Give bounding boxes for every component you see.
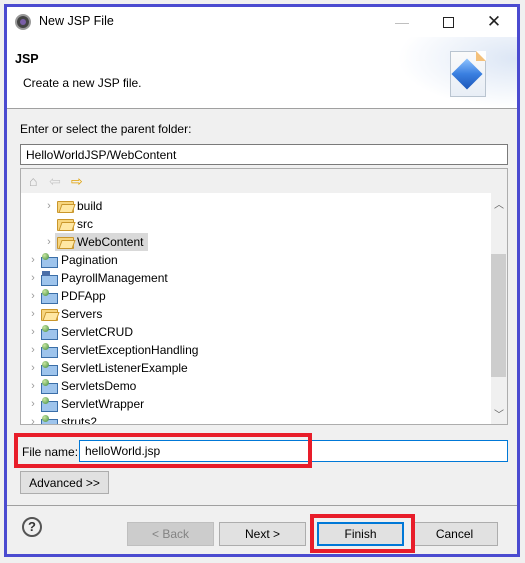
- web-project-icon: [41, 415, 58, 424]
- tree-item-label: src: [77, 217, 93, 231]
- close-button[interactable]: ✕: [471, 7, 517, 37]
- expand-chevron-icon[interactable]: ›: [27, 416, 39, 424]
- tree-item-label: ServletExceptionHandling: [61, 343, 199, 357]
- title-bar: New JSP File — ✕: [7, 7, 517, 37]
- web-project-icon: [41, 289, 58, 304]
- finish-button[interactable]: Finish: [317, 522, 404, 546]
- home-icon[interactable]: ⌂: [29, 173, 37, 189]
- scroll-up-icon[interactable]: ︿: [491, 197, 507, 214]
- expand-chevron-icon[interactable]: ›: [27, 362, 39, 374]
- parent-folder-input[interactable]: [20, 144, 508, 165]
- forward-arrow-icon[interactable]: ⇨: [71, 173, 83, 190]
- wizard-page-title: JSP: [15, 52, 39, 66]
- tree-item[interactable]: › PDFApp: [27, 287, 106, 305]
- expand-chevron-icon[interactable]: ›: [27, 308, 39, 320]
- tree-item[interactable]: › Pagination: [27, 251, 118, 269]
- scroll-down-icon[interactable]: ﹀: [491, 407, 507, 424]
- tree-item-label: ServletsDemo: [61, 379, 137, 393]
- maximize-icon: [442, 16, 454, 28]
- scrollbar-thumb[interactable]: [491, 254, 506, 377]
- back-arrow-icon[interactable]: ⇦: [49, 173, 61, 190]
- tree-item[interactable]: › ServletListenerExample: [27, 359, 188, 377]
- tree-item[interactable]: › struts2: [27, 413, 97, 424]
- wizard-banner: JSP Create a new JSP file.: [7, 37, 517, 109]
- minimize-icon: —: [395, 14, 409, 30]
- tree-item-label: Pagination: [61, 253, 118, 267]
- expand-chevron-icon[interactable]: ›: [27, 344, 39, 356]
- tree-item[interactable]: › Servers: [27, 305, 102, 323]
- web-project-icon: [41, 325, 58, 340]
- web-project-icon: [41, 343, 58, 358]
- expand-chevron-icon[interactable]: ›: [43, 200, 55, 212]
- tree-item-label: ServletCRUD: [61, 325, 134, 339]
- folder-icon: [57, 200, 74, 213]
- close-icon: ✕: [486, 12, 502, 31]
- parent-folder-label: Enter or select the parent folder:: [20, 122, 192, 136]
- expand-chevron-icon[interactable]: ›: [27, 290, 39, 302]
- tree-item-label: PayrollManagement: [61, 271, 168, 285]
- tree-item[interactable]: › ServletWrapper: [27, 395, 144, 413]
- tree-item[interactable]: › ServletExceptionHandling: [27, 341, 198, 359]
- eclipse-app-icon: [15, 14, 31, 30]
- file-name-input[interactable]: [79, 440, 508, 462]
- web-project-icon: [41, 253, 58, 268]
- tree-item-label: PDFApp: [61, 289, 106, 303]
- expand-chevron-icon[interactable]: ›: [27, 272, 39, 284]
- button-bar-separator: [7, 505, 517, 506]
- tree-item-label: ServletWrapper: [61, 397, 145, 411]
- tree-item-label: build: [77, 199, 103, 213]
- tree-item[interactable]: › ServletsDemo: [27, 377, 136, 395]
- folder-icon: [57, 236, 74, 249]
- window-title: New JSP File: [39, 14, 114, 28]
- tree-item[interactable]: › build: [43, 197, 102, 215]
- cancel-button[interactable]: Cancel: [411, 522, 498, 546]
- expand-chevron-icon[interactable]: ›: [27, 398, 39, 410]
- folder-tree-panel: ⌂ ⇦ ⇨ › build src › WebContent › Pagination › Pa…: [20, 168, 508, 425]
- web-project-icon: [41, 361, 58, 376]
- tree-item-label: ServletListenerExample: [61, 361, 188, 375]
- folder-tree[interactable]: › build src › WebContent › Pagination › PayrollM…: [21, 193, 491, 424]
- vertical-scrollbar[interactable]: ︿ ﹀: [491, 193, 507, 424]
- expand-chevron-icon[interactable]: ›: [27, 254, 39, 266]
- tree-item-label: struts2: [61, 415, 98, 424]
- jsp-file-icon: [450, 51, 486, 97]
- web-project-icon: [41, 379, 58, 394]
- file-name-label: File name:: [22, 445, 79, 459]
- maximize-button[interactable]: [425, 7, 471, 37]
- folder-icon: [41, 308, 58, 321]
- minimize-button[interactable]: —: [379, 7, 425, 37]
- tree-item[interactable]: › WebContent: [43, 233, 148, 251]
- next-button[interactable]: Next >: [219, 522, 306, 546]
- tree-item[interactable]: src: [43, 215, 93, 233]
- tree-item-label: WebContent: [77, 235, 144, 249]
- web-project-icon: [41, 397, 58, 412]
- folder-icon: [57, 218, 74, 231]
- back-button[interactable]: < Back: [127, 522, 214, 546]
- expand-chevron-icon[interactable]: ›: [27, 380, 39, 392]
- expand-chevron-icon[interactable]: ›: [27, 326, 39, 338]
- advanced-button[interactable]: Advanced >>: [20, 471, 109, 494]
- tree-toolbar: ⌂ ⇦ ⇨: [21, 169, 507, 193]
- tree-item-label: Servers: [61, 307, 103, 321]
- tree-item[interactable]: › ServletCRUD: [27, 323, 133, 341]
- new-jsp-file-dialog: New JSP File — ✕ JSP Create a new JSP fi…: [4, 4, 520, 557]
- tree-item[interactable]: › PayrollManagement: [27, 269, 168, 287]
- help-icon[interactable]: ?: [22, 517, 42, 537]
- maven-project-icon: [41, 271, 58, 286]
- wizard-page-description: Create a new JSP file.: [23, 76, 142, 90]
- expand-chevron-icon[interactable]: ›: [43, 236, 55, 248]
